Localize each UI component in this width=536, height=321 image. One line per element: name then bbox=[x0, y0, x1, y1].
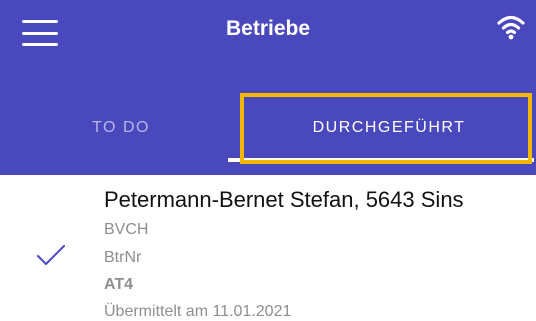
list-item[interactable]: Petermann-Bernet Stefan, 5643 Sins BVCH … bbox=[0, 175, 536, 321]
tab-to-do[interactable]: TO DO bbox=[0, 95, 242, 161]
item-org: BVCH bbox=[104, 221, 149, 238]
selected-tab-indicator bbox=[228, 158, 534, 162]
checkmark-icon bbox=[37, 245, 65, 265]
page-title: Betriebe bbox=[225, 17, 311, 40]
tab-durchgefuehrt[interactable]: DURCHGEFÜHRT bbox=[242, 95, 536, 161]
item-sent-date: Übermittelt am 11.01.2021 bbox=[104, 303, 292, 320]
item-name: Petermann-Bernet Stefan, 5643 Sins bbox=[104, 187, 464, 212]
item-btrnr: BtrNr bbox=[104, 249, 142, 266]
app-bar: Betriebe TO DO DURCHGEFÜHRT bbox=[0, 0, 536, 175]
wifi-icon bbox=[497, 15, 525, 40]
item-code: AT4 bbox=[104, 276, 134, 293]
